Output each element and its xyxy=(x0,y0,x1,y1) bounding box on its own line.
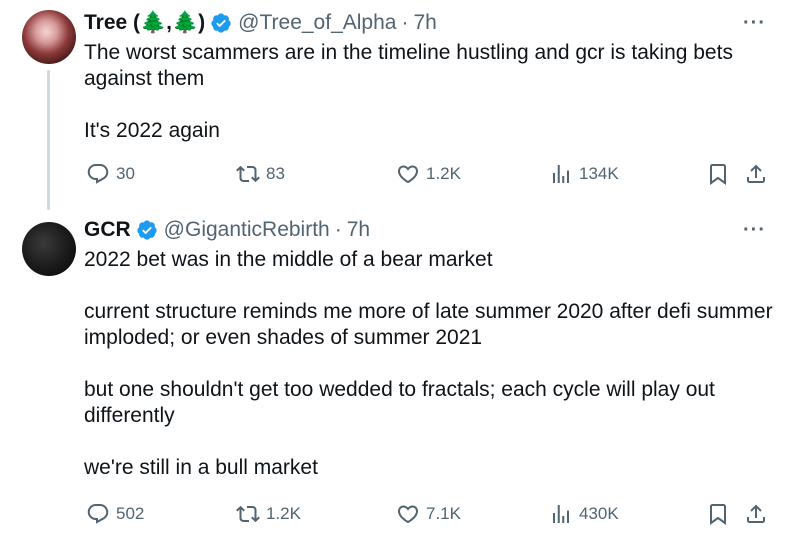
reply-count: 30 xyxy=(116,164,135,183)
view-count: 430K xyxy=(579,504,619,523)
tweet-paragraph: It's 2022 again xyxy=(84,119,220,142)
like-icon xyxy=(397,165,419,184)
like-count: 1.2K xyxy=(426,164,461,183)
reply-count: 502 xyxy=(116,504,145,523)
like-button[interactable]: 1.2K xyxy=(396,160,461,188)
like-icon xyxy=(397,505,419,524)
views-button[interactable]: 134K xyxy=(549,160,619,188)
reply-icon xyxy=(87,164,109,184)
retweet-icon xyxy=(236,505,260,523)
avatar[interactable] xyxy=(22,222,76,276)
action-bar: 502 1.2K 7.1K 430K xyxy=(84,500,774,528)
more-icon[interactable]: ··· xyxy=(743,219,766,242)
handle[interactable]: @GiganticRebirth xyxy=(164,217,330,243)
more-icon[interactable]: ··· xyxy=(743,12,766,35)
reply-icon xyxy=(87,504,109,524)
share-button[interactable] xyxy=(744,500,768,528)
display-name[interactable]: Tree (🌲,🌲) xyxy=(84,10,205,36)
tweet-paragraph: 2022 bet was in the middle of a bear mar… xyxy=(84,248,493,271)
retweet-button[interactable]: 83 xyxy=(236,160,285,188)
share-button[interactable] xyxy=(744,160,768,188)
bookmark-button[interactable] xyxy=(706,500,730,528)
timestamp[interactable]: 7h xyxy=(413,10,436,36)
share-icon xyxy=(747,164,765,183)
retweet-count: 83 xyxy=(266,164,285,183)
view-count: 134K xyxy=(579,164,619,183)
reply-button[interactable]: 30 xyxy=(86,160,135,188)
verified-badge-icon xyxy=(211,13,231,33)
action-bar: 30 83 1.2K 134K xyxy=(84,160,774,188)
display-name[interactable]: GCR xyxy=(84,217,131,243)
tweet-paragraph: we're still in a bull market xyxy=(84,456,318,479)
like-button[interactable]: 7.1K xyxy=(396,500,461,528)
tweet-header: Tree (🌲,🌲) @Tree_of_Alpha · 7h xyxy=(84,10,437,36)
retweet-count: 1.2K xyxy=(266,504,301,523)
separator-dot: · xyxy=(334,218,342,241)
retweet-icon xyxy=(236,165,260,183)
tweet-paragraph: but one shouldn't get too wedded to frac… xyxy=(84,378,715,427)
tweet-paragraph: The worst scammers are in the timeline h… xyxy=(84,41,733,90)
handle[interactable]: @Tree_of_Alpha xyxy=(238,10,396,36)
views-icon xyxy=(553,505,569,523)
views-icon xyxy=(553,165,569,183)
bookmark-button[interactable] xyxy=(706,160,730,188)
like-count: 7.1K xyxy=(426,504,461,523)
tweet-paragraph: current structure reminds me more of lat… xyxy=(84,300,773,349)
share-icon xyxy=(747,504,765,523)
avatar[interactable] xyxy=(22,10,76,64)
separator-dot: · xyxy=(401,11,409,34)
views-button[interactable]: 430K xyxy=(549,500,619,528)
thread-line xyxy=(47,70,50,210)
timestamp[interactable]: 7h xyxy=(347,217,370,243)
tweet[interactable]: Tree (🌲,🌲) @Tree_of_Alpha · 7h ··· The w… xyxy=(0,0,800,210)
reply-button[interactable]: 502 xyxy=(86,500,144,528)
tweet-text: The worst scammers are in the timeline h… xyxy=(84,40,774,144)
tweet-header: GCR @GiganticRebirth · 7h xyxy=(84,217,370,243)
retweet-button[interactable]: 1.2K xyxy=(236,500,301,528)
bookmark-icon xyxy=(710,164,726,185)
verified-badge-icon xyxy=(137,220,157,240)
bookmark-icon xyxy=(710,504,726,525)
tweet-text: 2022 bet was in the middle of a bear mar… xyxy=(84,247,774,481)
